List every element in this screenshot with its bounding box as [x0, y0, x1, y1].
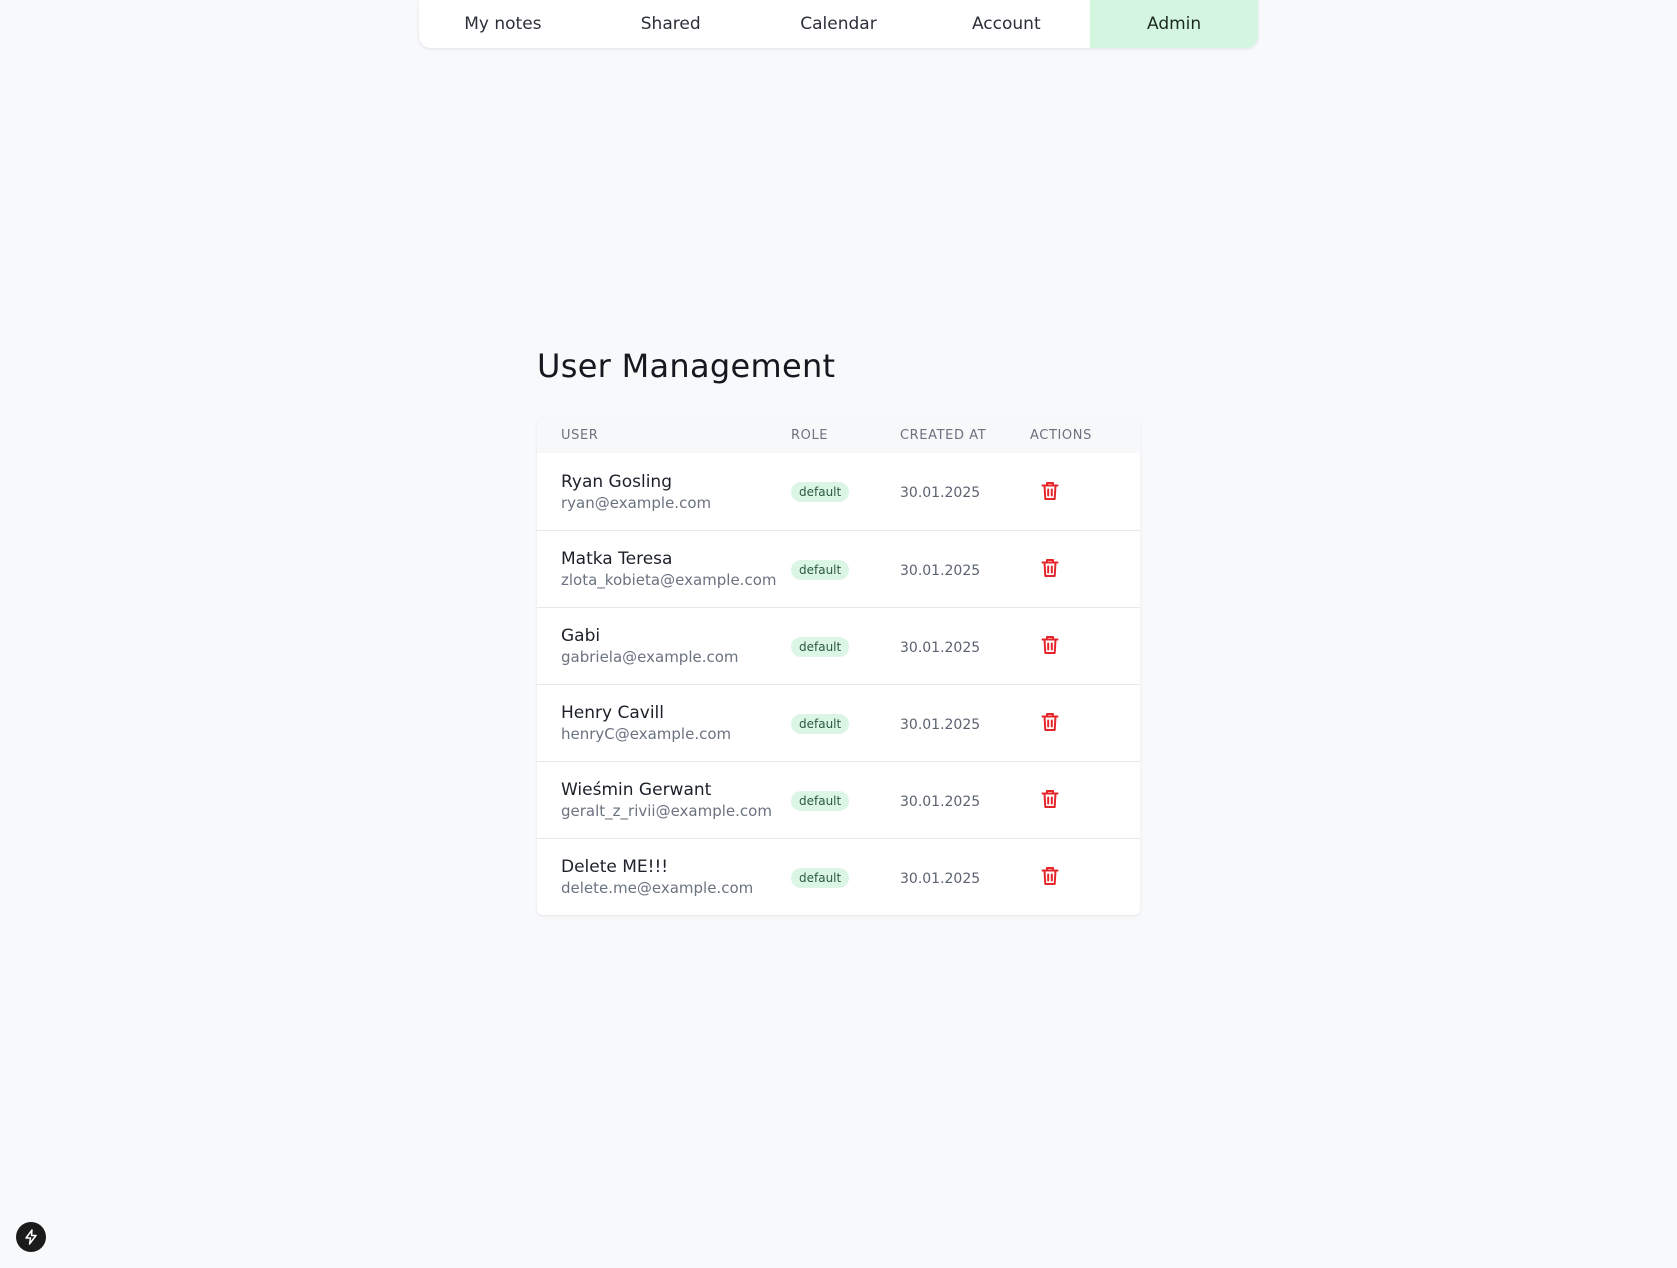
role-cell: default: [791, 790, 900, 811]
user-cell: Gabi gabriela@example.com: [537, 625, 791, 667]
table-row: Ryan Gosling ryan@example.com default 30.01…: [537, 453, 1140, 530]
created-at-cell: 30.01.2025: [900, 791, 1030, 810]
trash-icon: [1041, 481, 1059, 500]
table-row: Wieśmin Gerwant geralt_z_rivii@example.co…: [537, 761, 1140, 838]
role-cell: default: [791, 867, 900, 888]
user-name: Henry Cavill: [561, 703, 664, 723]
user-email: gabriela@example.com: [561, 648, 739, 666]
trash-icon: [1041, 713, 1059, 731]
user-name: Gabi: [561, 626, 601, 646]
role-cell: default: [791, 481, 900, 502]
delete-user-button[interactable]: [1038, 479, 1062, 503]
delete-user-button[interactable]: [1038, 556, 1062, 580]
role-badge: default: [791, 790, 850, 811]
actions-cell: [1030, 710, 1140, 736]
column-header-role: ROLE: [791, 428, 829, 443]
user-cell: Henry Cavill henryC@example.com: [537, 702, 791, 744]
actions-cell: [1030, 556, 1140, 582]
role-cell: default: [791, 713, 900, 734]
role-badge: default: [791, 713, 850, 734]
created-at-cell: 30.01.2025: [900, 714, 1030, 733]
role-badge: default: [791, 559, 850, 580]
user-name: Matka Teresa: [561, 549, 673, 569]
nav-tab-account[interactable]: Account: [922, 0, 1090, 48]
user-email: geralt_z_rivii@example.com: [561, 802, 772, 820]
role-badge: default: [791, 867, 850, 888]
table-row: Matka Teresa zlota_kobieta@example.com def…: [537, 530, 1140, 607]
trash-icon: [1041, 636, 1059, 654]
role-cell: default: [791, 636, 900, 657]
created-at-date: 30.01.2025: [900, 639, 981, 656]
column-header-user: USER: [561, 428, 599, 443]
user-cell: Ryan Gosling ryan@example.com: [537, 471, 791, 513]
table-row: Henry Cavill henryC@example.com default 30.…: [537, 684, 1140, 761]
table-row: Delete ME!!! delete.me@example.com default…: [537, 838, 1140, 915]
delete-user-button[interactable]: [1038, 787, 1062, 811]
top-nav: My notes Shared Calendar Account Admin: [419, 0, 1258, 48]
table-body: Ryan Gosling ryan@example.com default 30.01…: [537, 453, 1140, 915]
bolt-icon[interactable]: [16, 1222, 46, 1252]
actions-cell: [1030, 479, 1140, 505]
column-header-created-at: CREATED AT: [900, 428, 987, 443]
created-at-date: 30.01.2025: [900, 793, 981, 810]
actions-cell: [1030, 787, 1140, 813]
trash-icon: [1041, 559, 1059, 577]
page-title: User Management: [537, 347, 836, 385]
user-email: delete.me@example.com: [561, 879, 754, 897]
trash-icon: [1041, 790, 1059, 808]
table-row: Gabi gabriela@example.com default 30.01.202…: [537, 607, 1140, 684]
created-at-cell: 30.01.2025: [900, 637, 1030, 656]
nav-tab-my-notes[interactable]: My notes: [419, 0, 587, 48]
delete-user-button[interactable]: [1038, 633, 1062, 657]
role-cell: default: [791, 559, 900, 580]
actions-cell: [1030, 633, 1140, 659]
user-name: Wieśmin Gerwant: [561, 780, 712, 800]
nav-tab-calendar[interactable]: Calendar: [755, 0, 923, 48]
created-at-cell: 30.01.2025: [900, 868, 1030, 887]
trash-icon: [1041, 867, 1059, 885]
created-at-date: 30.01.2025: [900, 562, 981, 579]
user-name: Delete ME!!!: [561, 857, 669, 877]
created-at-cell: 30.01.2025: [900, 482, 1030, 501]
nav-tab-shared[interactable]: Shared: [587, 0, 755, 48]
user-cell: Delete ME!!! delete.me@example.com: [537, 856, 791, 898]
table-header: USER ROLE CREATED AT ACTIONS: [537, 418, 1140, 453]
role-badge: default: [791, 636, 850, 657]
role-badge: default: [791, 482, 850, 502]
delete-user-button[interactable]: [1038, 710, 1062, 734]
user-cell: Wieśmin Gerwant geralt_z_rivii@example.co…: [537, 779, 791, 821]
user-email: henryC@example.com: [561, 725, 732, 743]
column-header-actions: ACTIONS: [1030, 428, 1092, 443]
actions-cell: [1030, 864, 1140, 890]
created-at-date: 30.01.2025: [900, 485, 981, 501]
user-cell: Matka Teresa zlota_kobieta@example.com: [537, 548, 791, 590]
user-email: zlota_kobieta@example.com: [561, 571, 777, 589]
users-table: USER ROLE CREATED AT ACTIONS Ryan Goslin…: [537, 418, 1140, 915]
created-at-date: 30.01.2025: [900, 870, 981, 887]
nav-tab-admin[interactable]: Admin: [1090, 0, 1258, 48]
user-name: Ryan Gosling: [561, 471, 672, 492]
created-at-cell: 30.01.2025: [900, 560, 1030, 579]
delete-user-button[interactable]: [1038, 864, 1062, 888]
created-at-date: 30.01.2025: [900, 716, 981, 733]
user-email: ryan@example.com: [561, 493, 712, 512]
